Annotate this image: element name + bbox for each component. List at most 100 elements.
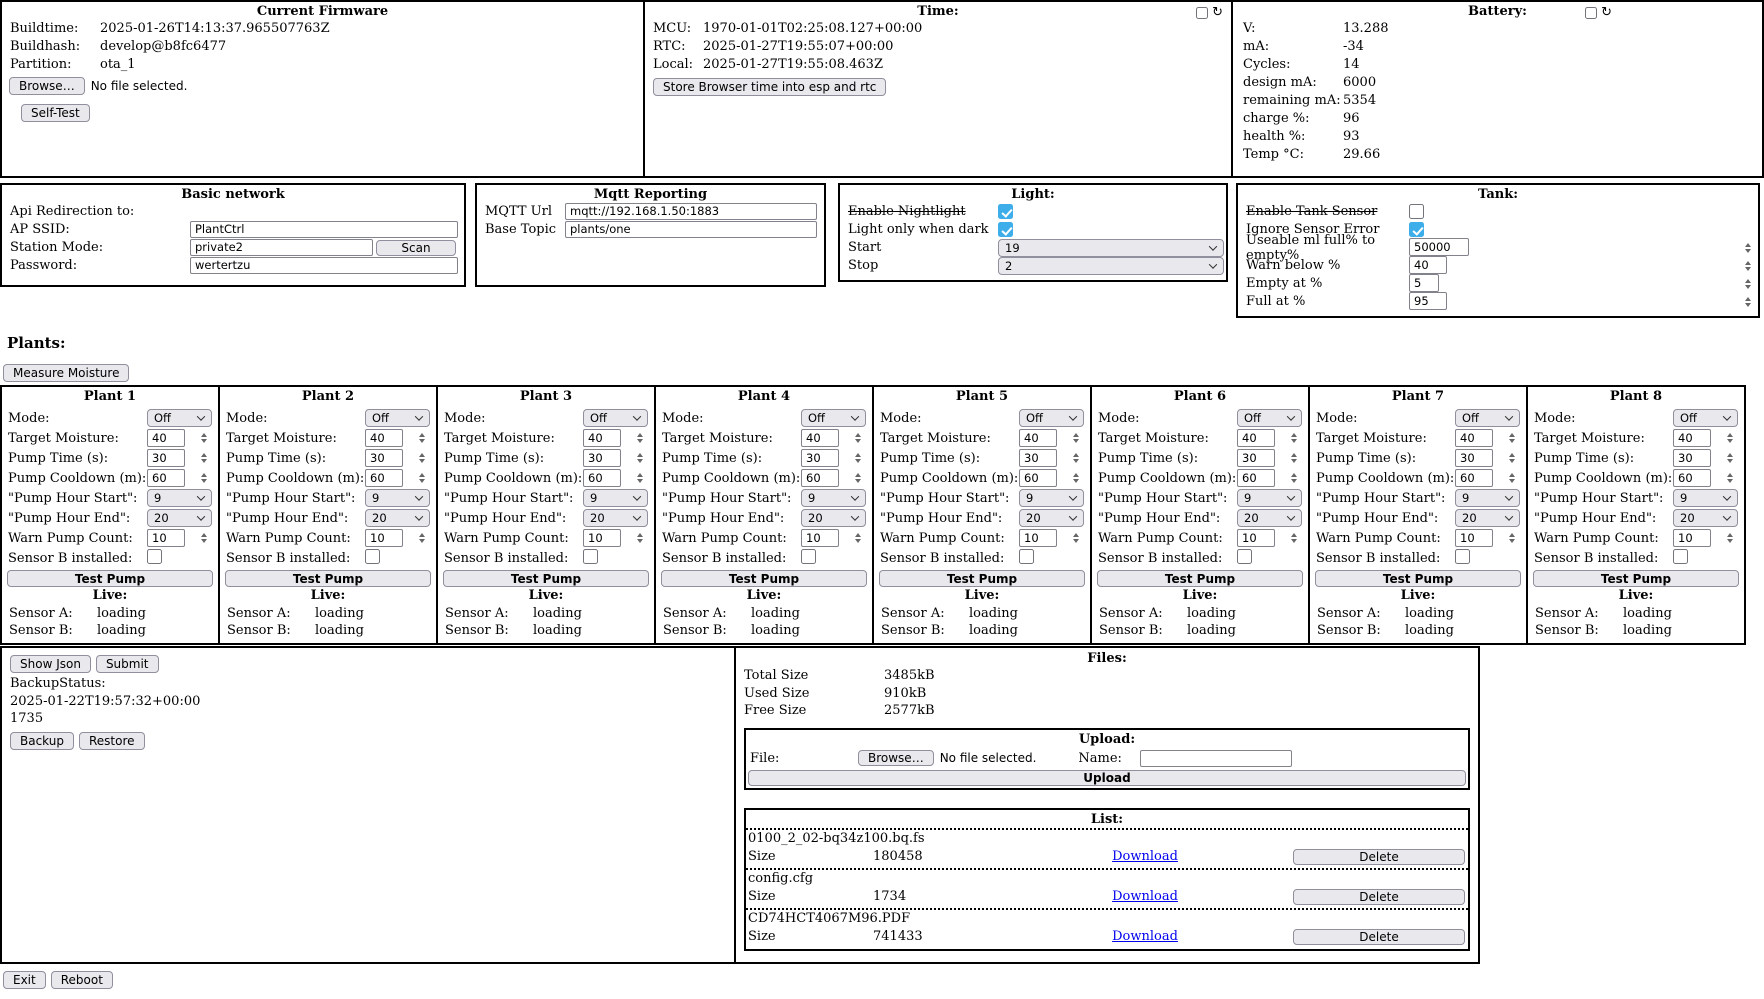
mode-select[interactable]: Off <box>1673 409 1738 427</box>
test-pump-button[interactable]: Test Pump <box>1533 570 1739 587</box>
mode-select[interactable]: Off <box>583 409 648 427</box>
pump-hour-start-select[interactable]: 9 <box>1237 489 1302 507</box>
number-stepper[interactable] <box>1745 261 1751 271</box>
test-pump-button[interactable]: Test Pump <box>1097 570 1303 587</box>
number-stepper[interactable] <box>1291 533 1297 543</box>
number-stepper[interactable] <box>1073 533 1079 543</box>
pump-hour-start-select[interactable]: 9 <box>1455 489 1520 507</box>
number-stepper[interactable] <box>637 473 643 483</box>
pump-cooldown-input[interactable]: 60 <box>147 471 212 486</box>
number-stepper[interactable] <box>1727 433 1733 443</box>
battery-auto-refresh-checkbox[interactable] <box>1585 7 1597 19</box>
number-stepper[interactable] <box>855 473 861 483</box>
target-moisture-input[interactable]: 40 <box>1019 431 1084 446</box>
sensor-b-installed-checkbox[interactable] <box>583 549 598 564</box>
full-at-input[interactable]: 95 <box>1409 294 1756 309</box>
sensor-b-installed-checkbox[interactable] <box>365 549 380 564</box>
pump-time-input[interactable]: 30 <box>583 451 648 466</box>
empty-at-input[interactable]: 5 <box>1409 276 1756 291</box>
battery-refresh-icon[interactable]: ↻ <box>1601 7 1612 19</box>
pump-cooldown-input[interactable]: 60 <box>1237 471 1302 486</box>
delete-button[interactable]: Delete <box>1293 849 1465 865</box>
number-stepper[interactable] <box>1291 433 1297 443</box>
pump-hour-start-select[interactable]: 9 <box>583 489 648 507</box>
sensor-b-installed-checkbox[interactable] <box>1019 549 1034 564</box>
restore-button[interactable]: Restore <box>79 732 145 750</box>
number-stepper[interactable] <box>1509 453 1515 463</box>
sensor-b-installed-checkbox[interactable] <box>147 549 162 564</box>
warn-pump-count-input[interactable]: 10 <box>583 531 648 546</box>
test-pump-button[interactable]: Test Pump <box>1315 570 1521 587</box>
number-stepper[interactable] <box>201 533 207 543</box>
pump-cooldown-input[interactable]: 60 <box>365 471 430 486</box>
target-moisture-input[interactable]: 40 <box>801 431 866 446</box>
light-stop-select[interactable]: 2 <box>998 257 1224 275</box>
pump-time-input[interactable]: 30 <box>147 451 212 466</box>
pump-hour-end-select[interactable]: 20 <box>1455 509 1520 527</box>
target-moisture-input[interactable]: 40 <box>365 431 430 446</box>
number-stepper[interactable] <box>419 533 425 543</box>
warn-pump-count-input[interactable]: 10 <box>147 531 212 546</box>
number-stepper[interactable] <box>1745 297 1751 307</box>
time-auto-refresh-checkbox[interactable] <box>1196 7 1208 19</box>
delete-button[interactable]: Delete <box>1293 889 1465 905</box>
number-stepper[interactable] <box>1073 433 1079 443</box>
pump-hour-end-select[interactable]: 20 <box>147 509 212 527</box>
time-refresh-icon[interactable]: ↻ <box>1212 7 1223 19</box>
download-link[interactable]: Download <box>1112 849 1178 864</box>
target-moisture-input[interactable]: 40 <box>583 431 648 446</box>
target-moisture-input[interactable]: 40 <box>1673 431 1738 446</box>
pump-hour-end-select[interactable]: 20 <box>1019 509 1084 527</box>
warn-pump-count-input[interactable]: 10 <box>1455 531 1520 546</box>
number-stepper[interactable] <box>201 453 207 463</box>
ignore-sensor-error-checkbox[interactable] <box>1409 222 1424 237</box>
number-stepper[interactable] <box>201 473 207 483</box>
pump-hour-start-select[interactable]: 9 <box>1019 489 1084 507</box>
reboot-button[interactable]: Reboot <box>51 971 113 989</box>
pump-time-input[interactable]: 30 <box>1673 451 1738 466</box>
number-stepper[interactable] <box>1727 533 1733 543</box>
target-moisture-input[interactable]: 40 <box>1237 431 1302 446</box>
base-topic-input[interactable]: plants/one <box>565 221 817 238</box>
number-stepper[interactable] <box>1509 433 1515 443</box>
warn-pump-count-input[interactable]: 10 <box>1019 531 1084 546</box>
exit-button[interactable]: Exit <box>3 971 46 989</box>
pump-hour-end-select[interactable]: 20 <box>1237 509 1302 527</box>
number-stepper[interactable] <box>1291 473 1297 483</box>
enable-nightlight-checkbox[interactable] <box>998 204 1013 219</box>
scan-button[interactable]: Scan <box>376 240 456 256</box>
number-stepper[interactable] <box>419 473 425 483</box>
number-stepper[interactable] <box>201 433 207 443</box>
show-json-button[interactable]: Show Json <box>10 655 91 673</box>
number-stepper[interactable] <box>855 433 861 443</box>
number-stepper[interactable] <box>1509 533 1515 543</box>
download-link[interactable]: Download <box>1112 889 1178 904</box>
pump-hour-start-select[interactable]: 9 <box>147 489 212 507</box>
useable-ml-input[interactable]: 50000 <box>1409 240 1756 255</box>
pump-time-input[interactable]: 30 <box>1455 451 1520 466</box>
pump-hour-start-select[interactable]: 9 <box>365 489 430 507</box>
pump-time-input[interactable]: 30 <box>1019 451 1084 466</box>
mqtt-url-input[interactable]: mqtt://192.168.1.50:1883 <box>565 203 817 220</box>
test-pump-button[interactable]: Test Pump <box>443 570 649 587</box>
pump-cooldown-input[interactable]: 60 <box>801 471 866 486</box>
sensor-b-installed-checkbox[interactable] <box>1455 549 1470 564</box>
pump-cooldown-input[interactable]: 60 <box>1019 471 1084 486</box>
pump-hour-start-select[interactable]: 9 <box>1673 489 1738 507</box>
warn-pump-count-input[interactable]: 10 <box>1673 531 1738 546</box>
self-test-button[interactable]: Self-Test <box>21 104 90 122</box>
test-pump-button[interactable]: Test Pump <box>879 570 1085 587</box>
ap-ssid-input[interactable]: PlantCtrl <box>190 221 458 238</box>
download-link[interactable]: Download <box>1112 929 1178 944</box>
number-stepper[interactable] <box>1745 279 1751 289</box>
pump-hour-end-select[interactable]: 20 <box>583 509 648 527</box>
mode-select[interactable]: Off <box>1019 409 1084 427</box>
number-stepper[interactable] <box>1073 473 1079 483</box>
station-mode-input[interactable]: private2 <box>190 239 373 256</box>
mode-select[interactable]: Off <box>1455 409 1520 427</box>
pump-time-input[interactable]: 30 <box>365 451 430 466</box>
number-stepper[interactable] <box>637 533 643 543</box>
mode-select[interactable]: Off <box>365 409 430 427</box>
warn-below-input[interactable]: 40 <box>1409 258 1756 273</box>
pump-cooldown-input[interactable]: 60 <box>1673 471 1738 486</box>
